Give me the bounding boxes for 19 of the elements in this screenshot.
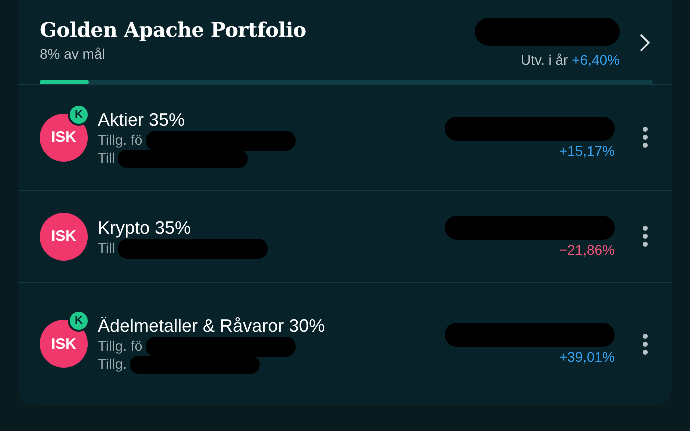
growth-label: Utv. i år <box>521 52 568 68</box>
account-tag: K <box>68 310 90 332</box>
account-change: +39,01% <box>559 349 615 365</box>
growth-value: +6,40% <box>572 52 620 68</box>
account-name: Aktier 35% <box>98 108 186 130</box>
account-detail: Tillg. fö <box>98 338 143 354</box>
portfolio-title: Golden Apache Portfolio <box>40 18 306 42</box>
account-name: Krypto 35% <box>98 216 192 238</box>
account-change: −21,86% <box>559 242 615 258</box>
account-detail: Tillg. <box>98 356 128 372</box>
account-detail: Tillg. fö <box>98 132 143 148</box>
account-tag: K <box>68 104 90 126</box>
account-name: Ädelmetaller & Råvaror 30% <box>98 315 326 337</box>
account-detail: Till <box>98 150 116 166</box>
goal-caption: 8% av mål <box>40 46 106 62</box>
account-change: +15,17% <box>559 142 615 158</box>
account-detail: Till <box>98 240 116 256</box>
chevron-right-icon[interactable] <box>640 34 650 52</box>
account-avatar: ISK <box>40 212 88 260</box>
